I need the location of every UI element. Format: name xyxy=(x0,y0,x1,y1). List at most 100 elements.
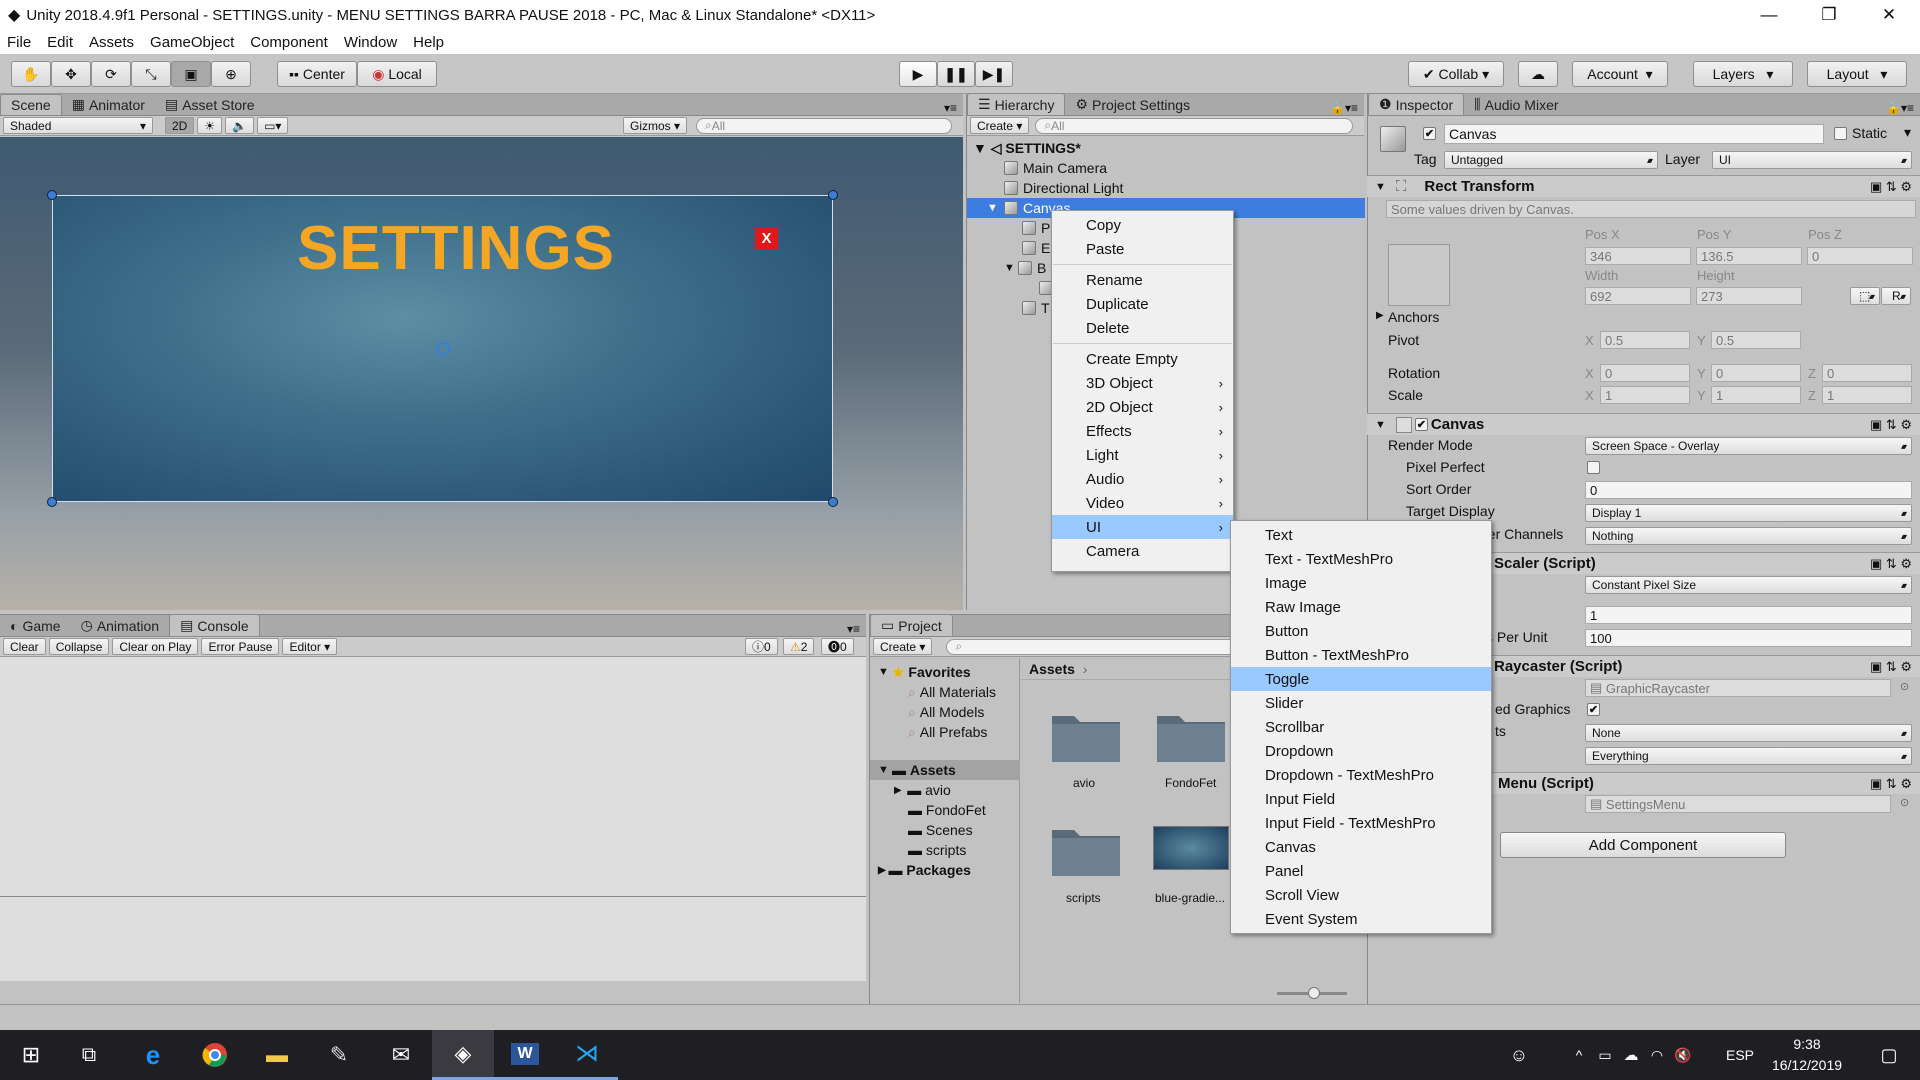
canvas-close-button[interactable]: X xyxy=(755,228,778,249)
pos-y-field[interactable]: 136.5 xyxy=(1696,247,1802,265)
play-button[interactable]: ▶ xyxy=(899,61,937,87)
layout-dropdown[interactable]: Layout ▾ xyxy=(1807,61,1907,87)
raw-edit-button[interactable]: R xyxy=(1881,287,1911,305)
scene-search-input[interactable]: ⌕ All xyxy=(696,117,952,134)
notifications-icon[interactable]: ▢ xyxy=(1858,1030,1920,1080)
menu-assets[interactable]: Assets xyxy=(82,34,143,51)
onedrive-icon[interactable]: ☁ xyxy=(1620,1030,1642,1080)
menu-help[interactable]: Help xyxy=(406,34,453,51)
asset-folder[interactable]: ▬ Scenes xyxy=(870,820,1020,840)
menu-item-3d-object[interactable]: 3D Object › xyxy=(1052,371,1233,395)
component-menu-icon[interactable]: ▣ ⇅ ⚙ xyxy=(1870,417,1912,433)
rect-transform-header[interactable]: ▼ ⛶ Rect Transform ▣ ⇅ ⚙ xyxy=(1367,175,1920,197)
asset-grid-folder[interactable] xyxy=(1155,708,1227,766)
menu-component[interactable]: Component xyxy=(243,34,337,51)
pos-z-field[interactable]: 0 xyxy=(1807,247,1913,265)
unity-taskbar-icon[interactable]: ◈ xyxy=(432,1030,494,1080)
width-field[interactable]: 692 xyxy=(1585,287,1691,305)
rect-handle-br[interactable] xyxy=(828,497,838,507)
expand-arrow-icon[interactable]: ▶ xyxy=(1376,310,1384,321)
component-menu-icon[interactable]: ▣ ⇅ ⚙ xyxy=(1870,659,1912,675)
object-picker-icon[interactable]: ⊙ xyxy=(1900,680,1909,693)
submenu-item-input-field-tmp[interactable]: Input Field - TextMeshPro xyxy=(1231,811,1491,835)
vscode-icon[interactable]: ⋊ xyxy=(556,1030,618,1080)
scale-tool-icon[interactable]: ⤡ xyxy=(131,61,171,87)
sort-order-field[interactable]: 0 xyxy=(1585,481,1912,499)
hierarchy-item[interactable]: Directional Light xyxy=(967,178,1367,198)
hand-tool-icon[interactable]: ✋ xyxy=(11,61,51,87)
submenu-item-raw-image[interactable]: Raw Image xyxy=(1231,595,1491,619)
hierarchy-create-dropdown[interactable]: Create ▾ xyxy=(970,117,1030,134)
space-local-button[interactable]: ◉ Local xyxy=(357,61,437,87)
submenu-item-panel[interactable]: Panel xyxy=(1231,859,1491,883)
submenu-item-dropdown[interactable]: Dropdown xyxy=(1231,739,1491,763)
close-window-button[interactable]: ✕ xyxy=(1866,0,1912,30)
layers-dropdown[interactable]: Layers ▾ xyxy=(1693,61,1793,87)
lock-icon[interactable]: 🔒▾≡ xyxy=(1886,101,1920,115)
menu-window[interactable]: Window xyxy=(337,34,406,51)
collapse-button[interactable]: Collapse xyxy=(48,638,110,655)
panel-menu-icon[interactable]: ▾≡ xyxy=(847,622,866,636)
rect-handle-tr[interactable] xyxy=(828,190,838,200)
lighting-icon[interactable]: ☀ xyxy=(197,117,223,134)
raycaster-script-field[interactable]: ▤ GraphicRaycaster xyxy=(1585,679,1891,697)
rect-handle-tl[interactable] xyxy=(47,190,57,200)
move-tool-icon[interactable]: ✥ xyxy=(51,61,91,87)
scale-x-field[interactable]: 1 xyxy=(1600,386,1690,404)
ui-scale-mode-dropdown[interactable]: Constant Pixel Size xyxy=(1585,576,1912,594)
menu-item-paste[interactable]: Paste xyxy=(1052,237,1233,261)
rect-tool-icon[interactable]: ▣ xyxy=(171,61,211,87)
layer-dropdown[interactable]: UI xyxy=(1712,151,1912,169)
menu-item-ui[interactable]: UI › xyxy=(1052,515,1233,539)
scene-root[interactable]: ▼ ◁ SETTINGS* xyxy=(967,138,1367,158)
account-dropdown[interactable]: Account ▾ xyxy=(1572,61,1668,87)
ignore-reversed-checkbox[interactable]: ✔ xyxy=(1587,703,1600,716)
object-picker-icon[interactable]: ⊙ xyxy=(1900,796,1909,809)
scale-factor-field[interactable]: 1 xyxy=(1585,606,1912,624)
submenu-item-canvas[interactable]: Canvas xyxy=(1231,835,1491,859)
tab-audio-mixer[interactable]: ⫼ Audio Mixer xyxy=(1464,94,1568,115)
tab-game[interactable]: ◐ Game xyxy=(0,616,71,636)
submenu-item-scroll-view[interactable]: Scroll View xyxy=(1231,883,1491,907)
warning-count-toggle[interactable]: ⚠ 2 xyxy=(783,638,815,655)
pause-button[interactable]: ❚❚ xyxy=(937,61,975,87)
favorite-item[interactable]: ⌕ All Models xyxy=(870,702,1020,722)
asset-folder[interactable]: ▬ scripts xyxy=(870,840,1020,860)
submenu-item-button-tmp[interactable]: Button - TextMeshPro xyxy=(1231,643,1491,667)
submenu-item-text[interactable]: Text xyxy=(1231,523,1491,547)
project-create-dropdown[interactable]: Create ▾ xyxy=(873,638,933,655)
transform-tool-icon[interactable]: ⊕ xyxy=(211,61,251,87)
chrome-icon[interactable] xyxy=(184,1030,246,1080)
clear-button[interactable]: Clear xyxy=(3,638,46,655)
submenu-item-slider[interactable]: Slider xyxy=(1231,691,1491,715)
static-checkbox[interactable] xyxy=(1834,127,1847,140)
pivot-y-field[interactable]: 0.5 xyxy=(1711,331,1801,349)
menu-item-audio[interactable]: Audio › xyxy=(1052,467,1233,491)
scale-z-field[interactable]: 1 xyxy=(1822,386,1912,404)
battery-icon[interactable]: ▭ xyxy=(1594,1030,1616,1080)
console-log-list[interactable] xyxy=(0,657,866,897)
canvas-enabled-checkbox[interactable]: ✔ xyxy=(1414,418,1428,431)
favorites-node[interactable]: ▼ ★ Favorites xyxy=(870,662,1020,682)
pixel-perfect-checkbox[interactable] xyxy=(1587,461,1600,474)
windows-start-icon[interactable]: ⊞ xyxy=(0,1030,62,1080)
favorite-item[interactable]: ⌕ All Materials xyxy=(870,682,1020,702)
collab-dropdown[interactable]: ✔ Collab ▾ xyxy=(1408,61,1504,87)
clear-on-play-button[interactable]: Clear on Play xyxy=(112,638,199,655)
cloud-icon[interactable]: ☁ xyxy=(1518,61,1558,87)
rect-handle-bl[interactable] xyxy=(47,497,57,507)
pivot-x-field[interactable]: 0.5 xyxy=(1600,331,1690,349)
menu-item-rename[interactable]: Rename xyxy=(1052,268,1233,292)
scale-y-field[interactable]: 1 xyxy=(1711,386,1801,404)
component-menu-icon[interactable]: ▣ ⇅ ⚙ xyxy=(1870,556,1912,572)
clock[interactable]: 9:38 16/12/2019 xyxy=(1766,1034,1848,1076)
pivot-center-button[interactable]: ▪▪ Center xyxy=(277,61,357,87)
input-language[interactable]: ESP xyxy=(1720,1030,1760,1080)
component-menu-icon[interactable]: ▣ ⇅ ⚙ xyxy=(1870,179,1912,195)
audio-icon[interactable]: 🔈 xyxy=(225,117,255,134)
asset-grid-texture[interactable] xyxy=(1153,826,1229,870)
breadcrumb-assets[interactable]: Assets xyxy=(1029,661,1075,677)
menu-file[interactable]: File xyxy=(0,34,40,51)
menu-item-delete[interactable]: Delete xyxy=(1052,316,1233,340)
menu-edit[interactable]: Edit xyxy=(40,34,82,51)
